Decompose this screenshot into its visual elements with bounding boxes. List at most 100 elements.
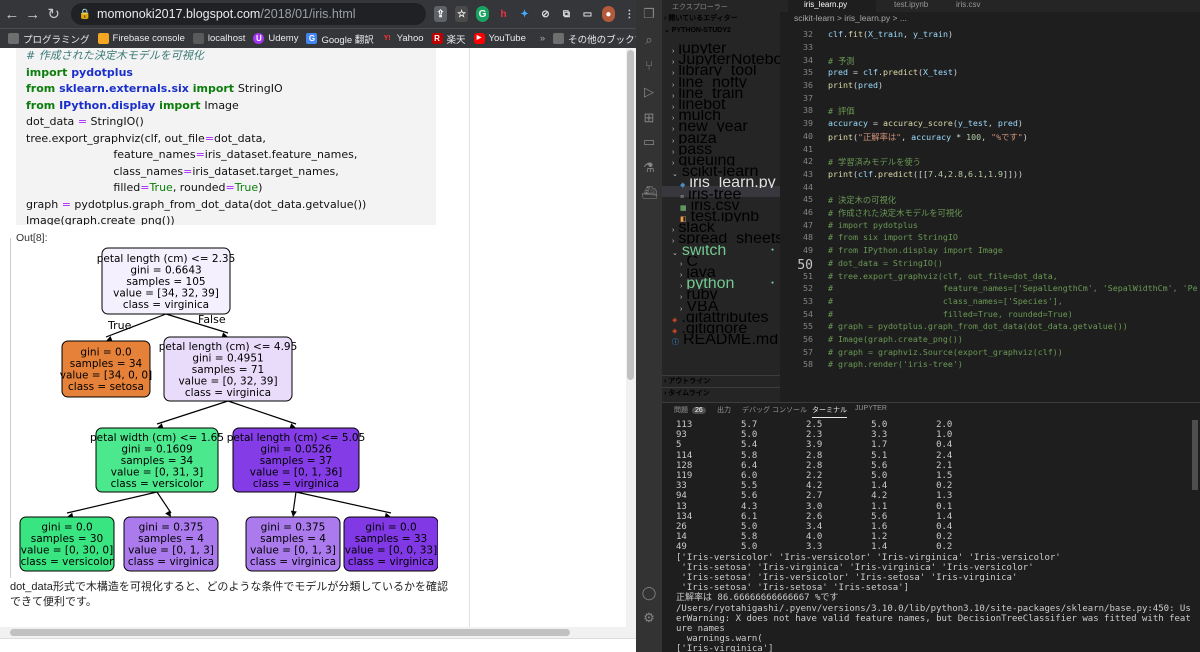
chevron-icon: › <box>672 104 675 110</box>
tab-search-icon[interactable]: ▭ <box>580 6 594 22</box>
bookmark-item[interactable]: localhost <box>192 33 245 44</box>
explorer-item[interactable]: › slack <box>662 222 780 233</box>
explorer-item[interactable]: › linebot <box>662 99 780 110</box>
extension-h-icon[interactable]: h <box>497 6 511 22</box>
bookmark-item[interactable]: ▶ YouTube <box>473 33 526 44</box>
code-line: # 評価 <box>828 105 855 117</box>
code-token: 1.9 <box>987 168 1003 179</box>
code-token: # 決定木の可視化 <box>828 195 897 206</box>
extensions-icon[interactable]: ⊞ <box>641 110 657 126</box>
terminal-scrollbar-thumb[interactable] <box>1192 420 1198 490</box>
explorer-item[interactable]: ⓘ README.md <box>662 334 780 345</box>
explorer-item[interactable]: › VBA <box>662 301 780 312</box>
extension-blocked-icon[interactable]: ⊘ <box>539 6 552 22</box>
terminal-output[interactable]: 113 5.7 2.5 5.0 2.0 93 5.0 2.3 3.3 1.0 5 5… <box>676 420 1196 652</box>
explorer-item[interactable]: ◧ test.ipynb <box>662 211 780 222</box>
explorer-item[interactable]: ≡ iris-tree <box>662 189 780 200</box>
bookmark-item[interactable]: G Google 翻訳 <box>306 32 374 46</box>
bookmark-item[interactable]: プログラミング <box>8 32 90 46</box>
testing-flask-icon[interactable]: ⚗ <box>641 160 657 176</box>
explorer-item[interactable]: ⌄ switch ● <box>662 245 780 256</box>
editor-tab[interactable]: test.ipynb <box>878 0 928 12</box>
bookmark-overflow[interactable]: » <box>540 33 545 44</box>
share-icon[interactable]: ⇪ <box>434 6 448 22</box>
panel-tab[interactable]: 出力 <box>717 405 731 415</box>
back-arrow-icon[interactable]: ← <box>3 3 21 25</box>
breadcrumb[interactable]: scikit-learn > iris_learn.py > ... <box>780 12 1200 25</box>
search-icon[interactable]: ⌕ <box>641 32 657 48</box>
files-icon[interactable]: ❐ <box>641 6 657 22</box>
explorer-item[interactable]: › java <box>662 267 780 278</box>
editor-tab[interactable]: iris.csv <box>940 0 980 12</box>
tree-node-text: gini = 0.0526 <box>260 443 332 455</box>
chevron-icon: › <box>672 160 675 166</box>
address-bar[interactable]: 🔒 momonoki2017.blogspot.com/2018/01/iris… <box>70 3 427 25</box>
line-number: 46 <box>803 207 813 217</box>
terminal-line: 94 5.6 2.7 4.2 1.3 <box>676 491 953 502</box>
star-icon[interactable]: ☆ <box>455 6 469 22</box>
page-scrollbar-thumb[interactable] <box>627 50 634 380</box>
explorer-item[interactable]: ⌄ scikit-learn <box>662 166 780 177</box>
terminal-line: 134 6.1 2.6 5.6 1.4 <box>676 511 953 522</box>
explorer-item[interactable]: › jupyter <box>662 43 780 54</box>
explorer-item[interactable]: ▦ iris.csv <box>662 200 780 211</box>
tree-node-text: petal length (cm) <= 2.35 <box>97 253 236 265</box>
outline-section[interactable]: › アウトライン <box>662 375 780 386</box>
forward-arrow-icon[interactable]: → <box>24 3 42 25</box>
explorer-item[interactable]: › line_train <box>662 88 780 99</box>
explorer-item-label: paiza <box>678 132 717 144</box>
tree-node-text: gini = 0.375 <box>261 522 326 534</box>
settings-gear-icon[interactable]: ⚙ <box>641 610 657 626</box>
code-token: accuracy <box>911 131 952 142</box>
explorer-item[interactable]: ◆ iris_learn.py <box>662 177 780 188</box>
tree-node-text: class = virginica <box>253 478 339 490</box>
extension-sparkle-icon[interactable]: ✦ <box>518 6 531 22</box>
profile-avatar[interactable]: ● <box>601 6 615 22</box>
reload-icon[interactable]: ↻ <box>45 3 63 25</box>
code-editor[interactable]: 31 32 clf.fit(X_train, y_train) 33 34 # 予測 35 p… <box>780 25 1200 402</box>
explorer-item[interactable]: › python ● <box>662 278 780 289</box>
terminal-line: 93 5.0 2.3 3.3 1.0 <box>676 430 953 441</box>
editor-tab[interactable]: iris_learn.py <box>788 0 876 12</box>
extension-grammar-icon[interactable]: G <box>476 6 490 22</box>
bookmark-item[interactable]: R 楽天 <box>431 32 466 46</box>
line-number: 45 <box>803 194 813 205</box>
code-token: clf <box>828 29 843 40</box>
run-debug-icon[interactable]: ▷ <box>641 84 657 100</box>
menu-kebab-icon[interactable]: ⋮ <box>622 6 636 22</box>
extensions-puzzle-icon[interactable]: ⧉ <box>559 6 573 22</box>
explorer-item[interactable]: ◈ .gitattributes <box>662 312 780 323</box>
explorer-item[interactable]: › paiza <box>662 133 780 144</box>
explorer-item[interactable]: › C <box>662 256 780 267</box>
code-cell: # 作成された決定木モデルを可視化 import pydotplus from sk… <box>16 48 436 225</box>
horizontal-scrollbar-thumb[interactable] <box>10 629 570 636</box>
bookmark-item[interactable]: Firebase console <box>97 33 185 44</box>
code-line: # dot_data = StringIO() <box>828 258 943 268</box>
account-icon[interactable]: ◯ <box>641 585 657 601</box>
project-section[interactable]: ⌄ PYTHON-STUDY2 <box>662 25 780 36</box>
bookmark-other[interactable]: その他のブックマーク <box>553 32 636 46</box>
panel-tab[interactable]: 問題 26 <box>674 405 706 415</box>
explorer-item[interactable]: › pass <box>662 144 780 155</box>
open-editors-section[interactable]: › 開いているエディター <box>662 13 780 24</box>
docker-icon[interactable]: ⛴ <box>641 185 658 201</box>
terminal-line: 正解率は 86.66666666666667 %です <box>676 593 839 604</box>
remote-explorer-icon[interactable]: ▭ <box>641 134 657 150</box>
timeline-section[interactable]: › タイムライン <box>662 387 780 398</box>
panel-tab[interactable]: ターミナル <box>812 405 847 418</box>
explorer-item[interactable]: › line_nofty <box>662 77 780 88</box>
explorer-item[interactable]: ◈ .gitignore <box>662 323 780 334</box>
explorer-item[interactable]: ›JupyterNotebook <box>662 54 780 65</box>
bookmark-item[interactable]: Y! Yahoo <box>381 33 424 44</box>
explorer-item[interactable]: › ruby <box>662 289 780 300</box>
explorer-item[interactable]: › library_tool <box>662 65 780 76</box>
panel-tab[interactable]: JUPYTER <box>855 405 887 412</box>
panel-tab[interactable]: デバッグ コンソール <box>742 405 807 415</box>
explorer-item[interactable]: › new_year <box>662 121 780 132</box>
source-control-icon[interactable]: ⑂ <box>641 58 657 74</box>
explorer-item[interactable]: › spread_sheets <box>662 233 780 244</box>
explorer-item[interactable]: › mulch <box>662 110 780 121</box>
explorer-item[interactable]: › queuing <box>662 155 780 166</box>
explorer-item-label: switch <box>681 244 727 256</box>
bookmark-item[interactable]: U Udemy <box>253 33 298 44</box>
